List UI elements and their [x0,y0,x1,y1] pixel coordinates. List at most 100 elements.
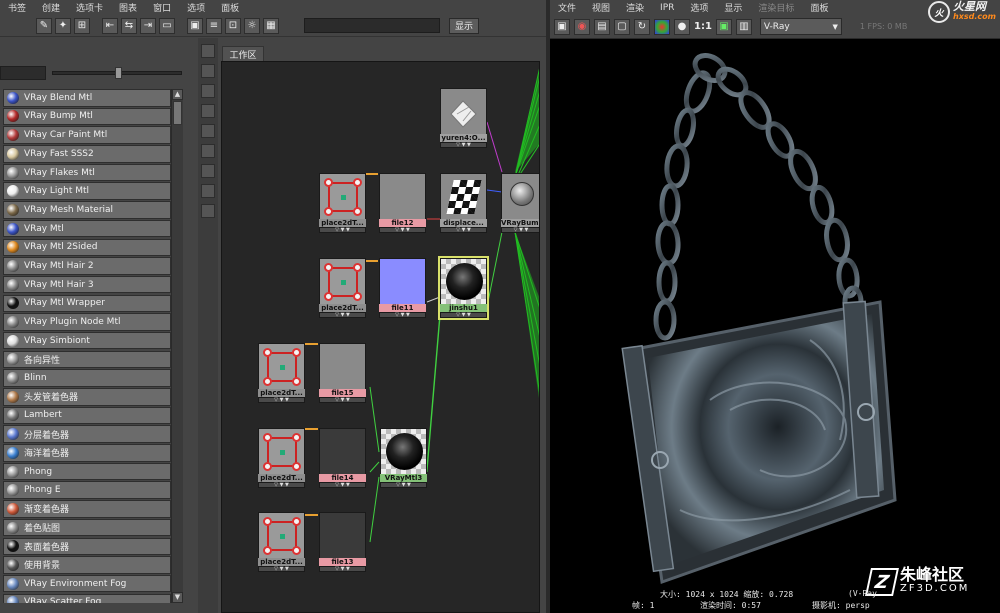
node-ports[interactable]: ▽ ▼ ▼ [319,566,366,572]
graph-icon[interactable]: ⊞ [74,17,90,34]
scroll-down-arrow-icon[interactable]: ▼ [172,592,183,603]
menu-panels[interactable]: 面板 [213,1,247,14]
node-ports[interactable]: ▽ ▼ ▼ [258,482,305,488]
io-connections-icon[interactable]: ⇆ [121,17,137,34]
shader-list-item[interactable]: 分层着色器 [3,425,171,443]
node-vraybump[interactable]: VRayBum... ▽ ▼ ▼ [501,173,539,233]
node-ports[interactable]: ▽ ▼ ▼ [319,312,366,318]
node-ports[interactable]: ▽ ▼ ▼ [440,227,487,233]
node-ports[interactable]: ▽ ▼ ▼ [319,482,366,488]
menu-options[interactable]: 选项 [682,1,716,14]
menu-create[interactable]: 创建 [34,1,68,14]
menu-window[interactable]: 窗口 [145,1,179,14]
shader-list-item[interactable]: VRay Bump Mtl [3,107,171,126]
node-yuren-texture[interactable]: yuren4:O... ▽ ▼ ▼ [440,88,487,148]
search-input[interactable] [304,18,440,33]
menu-panels[interactable]: 面板 [802,1,836,14]
clear-graph-icon[interactable]: ▭ [159,17,175,34]
input-connections-icon[interactable]: ⇤ [102,17,118,34]
redo-render-icon[interactable]: ▣ [554,18,570,35]
menu-render[interactable]: 渲染 [618,1,652,14]
node-graph[interactable]: yuren4:O... ▽ ▼ ▼ place2dT... ▽ ▼ ▼ file… [221,61,540,613]
alpha-channel-icon[interactable]: ● [674,18,690,35]
shader-list-item[interactable]: VRay Fast SSS2 [3,145,171,163]
scroll-up-arrow-icon[interactable]: ▲ [172,89,183,100]
keep-image-icon[interactable]: ▣ [715,18,732,35]
shader-list-item[interactable]: 各向异性 [3,350,171,369]
show-button[interactable]: 显示 [449,17,480,34]
node-place2dtexture[interactable]: place2dT... ▽ ▼ ▼ [258,343,305,403]
node-vraymtl3-shader[interactable]: VRayMtl3 ▽ ▼ ▼ [380,428,427,488]
view-icon[interactable] [201,164,215,178]
render-region-icon[interactable]: ▢ [614,18,630,35]
layout-icon[interactable] [201,44,215,58]
menu-ipr[interactable]: IPR [652,3,682,13]
shader-list-item[interactable]: 使用背景 [3,556,171,574]
shader-list-item[interactable]: VRay Environment Fog [3,574,171,593]
node-displacement[interactable]: displace... ▽ ▼ ▼ [440,173,487,233]
node-ports[interactable]: ▽ ▼ ▼ [440,312,487,318]
node-ports[interactable]: ▽ ▼ ▼ [440,142,487,148]
node-ports[interactable]: ▽ ▼ ▼ [501,227,539,233]
node-ports[interactable]: ▽ ▼ ▼ [319,227,366,233]
node-ports[interactable]: ▽ ▼ ▼ [379,312,426,318]
shader-list-item[interactable]: 海洋着色器 [3,444,171,462]
node-place2dtexture[interactable]: place2dT... ▽ ▼ ▼ [258,428,305,488]
view-icon[interactable] [201,184,215,198]
rgb-channels-icon[interactable] [654,18,670,35]
shader-list-item[interactable]: VRay Mtl 2Sided [3,238,171,256]
remove-image-icon[interactable]: ▥ [735,18,752,35]
shader-list-item[interactable]: VRay Flakes Mtl [3,163,171,182]
brush-icon[interactable]: ✎ [36,17,52,34]
view-icon[interactable] [201,104,215,118]
snapshot-icon[interactable]: ▤ [594,18,610,35]
sun-icon[interactable]: ☼ [244,17,260,34]
shader-list-scrollbar[interactable]: ▲ ▼ [171,89,183,603]
sort-icon[interactable]: ⊡ [225,17,241,34]
node-jinshu1-shader[interactable]: jinshu1 ▽ ▼ ▼ [438,256,489,320]
node-file15[interactable]: file15 ▽ ▼ ▼ [319,343,366,403]
menu-bookmarks[interactable]: 书签 [0,1,34,14]
tab-work-area[interactable]: 工作区 [222,46,264,61]
menu-display[interactable]: 显示 [716,1,750,14]
filter-field[interactable] [0,66,46,80]
node-file13[interactable]: file13 ▽ ▼ ▼ [319,512,366,572]
shader-list-item[interactable]: VRay Light Mtl [3,182,171,200]
frame-all-icon[interactable]: ▣ [187,17,203,34]
renderer-dropdown[interactable]: V-Ray ▼ [759,18,842,35]
node-ports[interactable]: ▽ ▼ ▼ [380,482,427,488]
node-file11[interactable]: file11 ▽ ▼ ▼ [379,258,426,318]
slider-handle[interactable] [115,67,122,79]
tile-icon[interactable]: ▦ [263,17,279,34]
shader-list-item[interactable]: VRay Scatter Fog [3,593,171,603]
shader-list-item[interactable]: VRay Mtl [3,219,171,238]
shader-list-item[interactable]: VRay Plugin Node Mtl [3,313,171,331]
shader-list-item[interactable]: 表面着色器 [3,537,171,555]
node-place2dtexture[interactable]: place2dT... ▽ ▼ ▼ [319,173,366,233]
icon-size-slider[interactable] [52,67,182,79]
shader-list-item[interactable]: VRay Simbiont [3,331,171,350]
ipr-render-icon[interactable]: ◉ [574,18,590,35]
shader-list-item[interactable]: VRay Car Paint Mtl [3,126,171,144]
shader-list-item[interactable]: 渐变着色器 [3,500,171,518]
scroll-thumb[interactable] [173,101,182,125]
shader-list-item[interactable]: Blinn [3,369,171,387]
node-ports[interactable]: ▽ ▼ ▼ [319,397,366,403]
render-icon[interactable]: ✦ [55,17,71,34]
menu-file[interactable]: 文件 [550,1,584,14]
shader-list-item[interactable]: 头发管着色器 [3,388,171,406]
menu-graph[interactable]: 图表 [111,1,145,14]
zoom-one-to-one[interactable]: 1:1 [694,21,712,32]
shader-list-item[interactable]: VRay Mesh Material [3,201,171,219]
node-file14[interactable]: file14 ▽ ▼ ▼ [319,428,366,488]
view-icon[interactable] [201,204,215,218]
list-view-icon[interactable] [201,64,215,78]
shader-list-item[interactable]: VRay Mtl Hair 2 [3,257,171,275]
node-ports[interactable]: ▽ ▼ ▼ [258,566,305,572]
shader-list-item[interactable]: VRay Mtl Wrapper [3,294,171,313]
shader-list-item[interactable]: Phong [3,462,171,481]
node-place2dtexture[interactable]: place2dT... ▽ ▼ ▼ [258,512,305,572]
menu-render-target[interactable]: 渲染目标 [750,1,802,14]
arrange-icon[interactable]: ≡ [206,17,222,34]
menu-tabs[interactable]: 选项卡 [68,1,111,14]
